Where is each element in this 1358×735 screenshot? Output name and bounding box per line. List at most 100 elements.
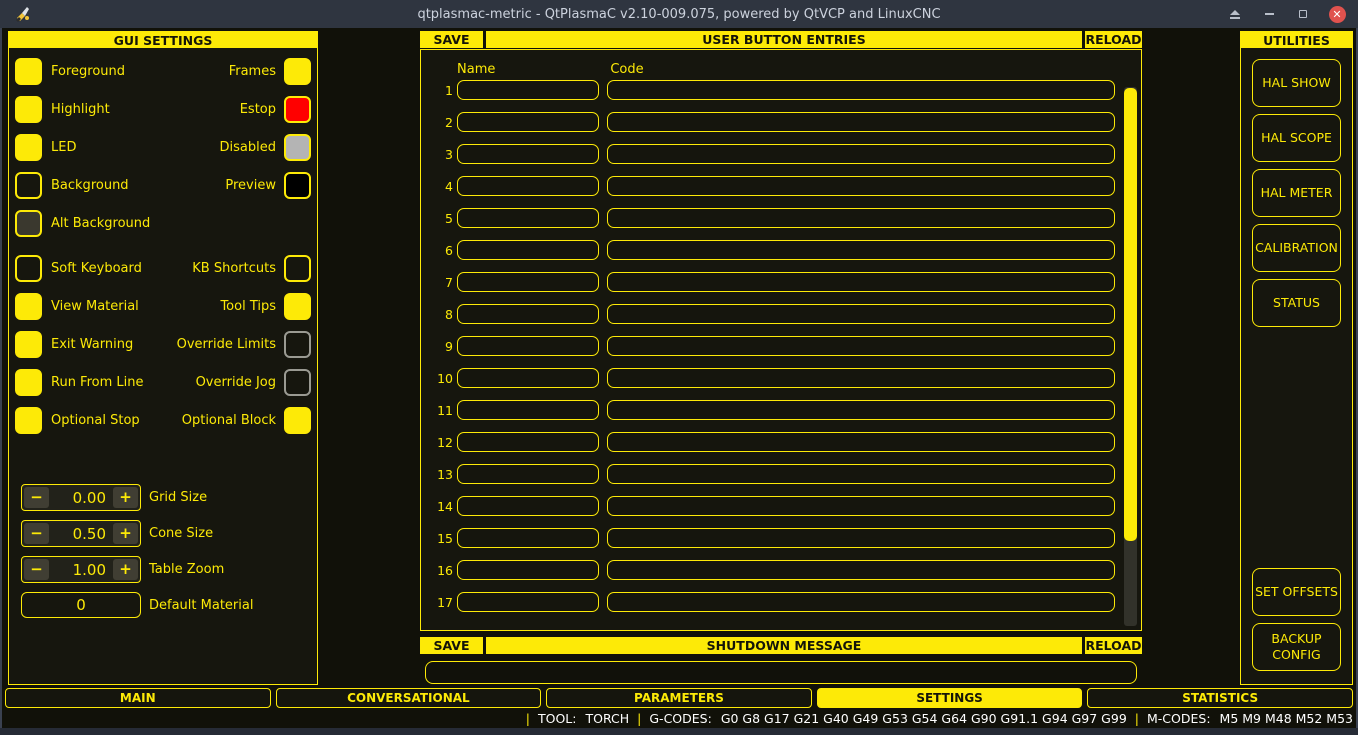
- spin-decrement-button[interactable]: −: [24, 523, 49, 544]
- setting-checkbox[interactable]: [15, 331, 42, 358]
- color-swatch[interactable]: [284, 134, 311, 161]
- user-button-code-input[interactable]: [607, 560, 1115, 580]
- utility-button-backup-config[interactable]: BACKUP CONFIG: [1252, 623, 1341, 671]
- user-button-name-input[interactable]: [457, 304, 599, 324]
- user-button-code-input[interactable]: [607, 336, 1115, 356]
- spin-decrement-button[interactable]: −: [24, 559, 49, 580]
- user-button-name-input[interactable]: [457, 560, 599, 580]
- user-button-name-input[interactable]: [457, 496, 599, 516]
- user-button-code-input[interactable]: [607, 272, 1115, 292]
- color-swatch[interactable]: [284, 96, 311, 123]
- user-button-code-input[interactable]: [607, 80, 1115, 100]
- spin-increment-button[interactable]: +: [113, 523, 138, 544]
- user-buttons-scrollbar[interactable]: [1124, 87, 1137, 626]
- spin-increment-button[interactable]: +: [113, 559, 138, 580]
- checkbox-setting-row: Exit Warning Override Limits: [15, 330, 311, 358]
- color-swatch[interactable]: [15, 58, 42, 85]
- checkbox-setting-row: View Material Tool Tips: [15, 292, 311, 320]
- setting-checkbox[interactable]: [284, 293, 311, 320]
- spinner-row: − 1.00 + Table Zoom: [21, 556, 311, 583]
- user-button-code-input[interactable]: [607, 496, 1115, 516]
- user-button-code-input[interactable]: [607, 208, 1115, 228]
- color-swatch[interactable]: [15, 96, 42, 123]
- color-setting-row: Background Preview: [15, 171, 311, 199]
- user-button-code-input[interactable]: [607, 432, 1115, 452]
- user-button-name-input[interactable]: [457, 240, 599, 260]
- color-swatch[interactable]: [284, 172, 311, 199]
- spin-increment-button[interactable]: +: [113, 487, 138, 508]
- user-button-name-input[interactable]: [457, 432, 599, 452]
- setting-checkbox[interactable]: [284, 407, 311, 434]
- tab-statistics[interactable]: STATISTICS: [1087, 688, 1353, 708]
- utility-button-set-offsets[interactable]: SET OFFSETS: [1252, 568, 1341, 616]
- user-button-name-input[interactable]: [457, 368, 599, 388]
- user-button-row: 8: [429, 304, 1115, 324]
- checkbox-setting-label: Override Jog: [196, 375, 276, 390]
- setting-checkbox[interactable]: [15, 369, 42, 396]
- setting-checkbox[interactable]: [284, 255, 311, 282]
- user-button-code-input[interactable]: [607, 368, 1115, 388]
- default-material-input[interactable]: 0: [21, 592, 141, 618]
- tab-conversational[interactable]: CONVERSATIONAL: [276, 688, 542, 708]
- close-button[interactable]: ✕: [1328, 5, 1346, 23]
- checkbox-setting-label: KB Shortcuts: [192, 261, 276, 276]
- user-button-name-input[interactable]: [457, 272, 599, 292]
- status-separator: |: [526, 711, 530, 726]
- user-button-code-input[interactable]: [607, 592, 1115, 612]
- utility-button-calibration[interactable]: CALIBRATION: [1252, 224, 1341, 272]
- setting-checkbox[interactable]: [15, 293, 42, 320]
- user-button-code-input[interactable]: [607, 464, 1115, 484]
- tab-settings[interactable]: SETTINGS: [817, 688, 1083, 708]
- spin-decrement-button[interactable]: −: [24, 487, 49, 508]
- user-buttons-title: USER BUTTON ENTRIES: [486, 31, 1082, 48]
- color-swatch[interactable]: [284, 58, 311, 85]
- utility-button-hal-meter[interactable]: HAL METER: [1252, 169, 1341, 217]
- spinbox-value[interactable]: 0.00: [51, 485, 111, 510]
- maximize-button[interactable]: [1294, 5, 1312, 23]
- spinbox-value[interactable]: 0.50: [51, 521, 111, 546]
- user-button-name-input[interactable]: [457, 176, 599, 196]
- color-swatch[interactable]: [15, 210, 42, 237]
- shutdown-save-button[interactable]: SAVE: [420, 637, 483, 654]
- user-button-name-input[interactable]: [457, 336, 599, 356]
- color-swatch[interactable]: [15, 134, 42, 161]
- checkbox-setting-label: View Material: [51, 299, 139, 314]
- setting-checkbox[interactable]: [15, 255, 42, 282]
- user-button-name-input[interactable]: [457, 464, 599, 484]
- color-swatch[interactable]: [15, 172, 42, 199]
- checkbox-setting-row: Soft Keyboard KB Shortcuts: [15, 254, 311, 282]
- user-button-code-input[interactable]: [607, 304, 1115, 324]
- user-button-code-input[interactable]: [607, 176, 1115, 196]
- user-button-name-input[interactable]: [457, 592, 599, 612]
- user-button-name-input[interactable]: [457, 400, 599, 420]
- shutdown-reload-button[interactable]: RELOAD: [1085, 637, 1142, 654]
- scrollbar-thumb[interactable]: [1124, 88, 1137, 541]
- utility-button-status[interactable]: STATUS: [1252, 279, 1341, 327]
- user-button-code-input[interactable]: [607, 240, 1115, 260]
- shutdown-message-input[interactable]: [425, 661, 1137, 684]
- setting-checkbox[interactable]: [284, 369, 311, 396]
- user-buttons-save-button[interactable]: SAVE: [420, 31, 483, 48]
- shade-button[interactable]: [1226, 5, 1244, 23]
- user-button-code-input[interactable]: [607, 112, 1115, 132]
- row-number: 8: [429, 307, 453, 322]
- user-button-code-input[interactable]: [607, 400, 1115, 420]
- tab-parameters[interactable]: PARAMETERS: [546, 688, 812, 708]
- utility-button-hal-scope[interactable]: HAL SCOPE: [1252, 114, 1341, 162]
- spinbox-value[interactable]: 1.00: [51, 557, 111, 582]
- tab-main[interactable]: MAIN: [5, 688, 271, 708]
- tool-label: TOOL:: [538, 711, 577, 726]
- user-button-code-input[interactable]: [607, 144, 1115, 164]
- utility-button-hal-show[interactable]: HAL SHOW: [1252, 59, 1341, 107]
- user-button-name-input[interactable]: [457, 80, 599, 100]
- user-button-row: 1: [429, 80, 1115, 100]
- user-buttons-reload-button[interactable]: RELOAD: [1085, 31, 1142, 48]
- user-button-name-input[interactable]: [457, 208, 599, 228]
- user-button-name-input[interactable]: [457, 144, 599, 164]
- user-button-name-input[interactable]: [457, 528, 599, 548]
- user-button-code-input[interactable]: [607, 528, 1115, 548]
- minimize-button[interactable]: [1260, 5, 1278, 23]
- user-button-name-input[interactable]: [457, 112, 599, 132]
- setting-checkbox[interactable]: [15, 407, 42, 434]
- setting-checkbox[interactable]: [284, 331, 311, 358]
